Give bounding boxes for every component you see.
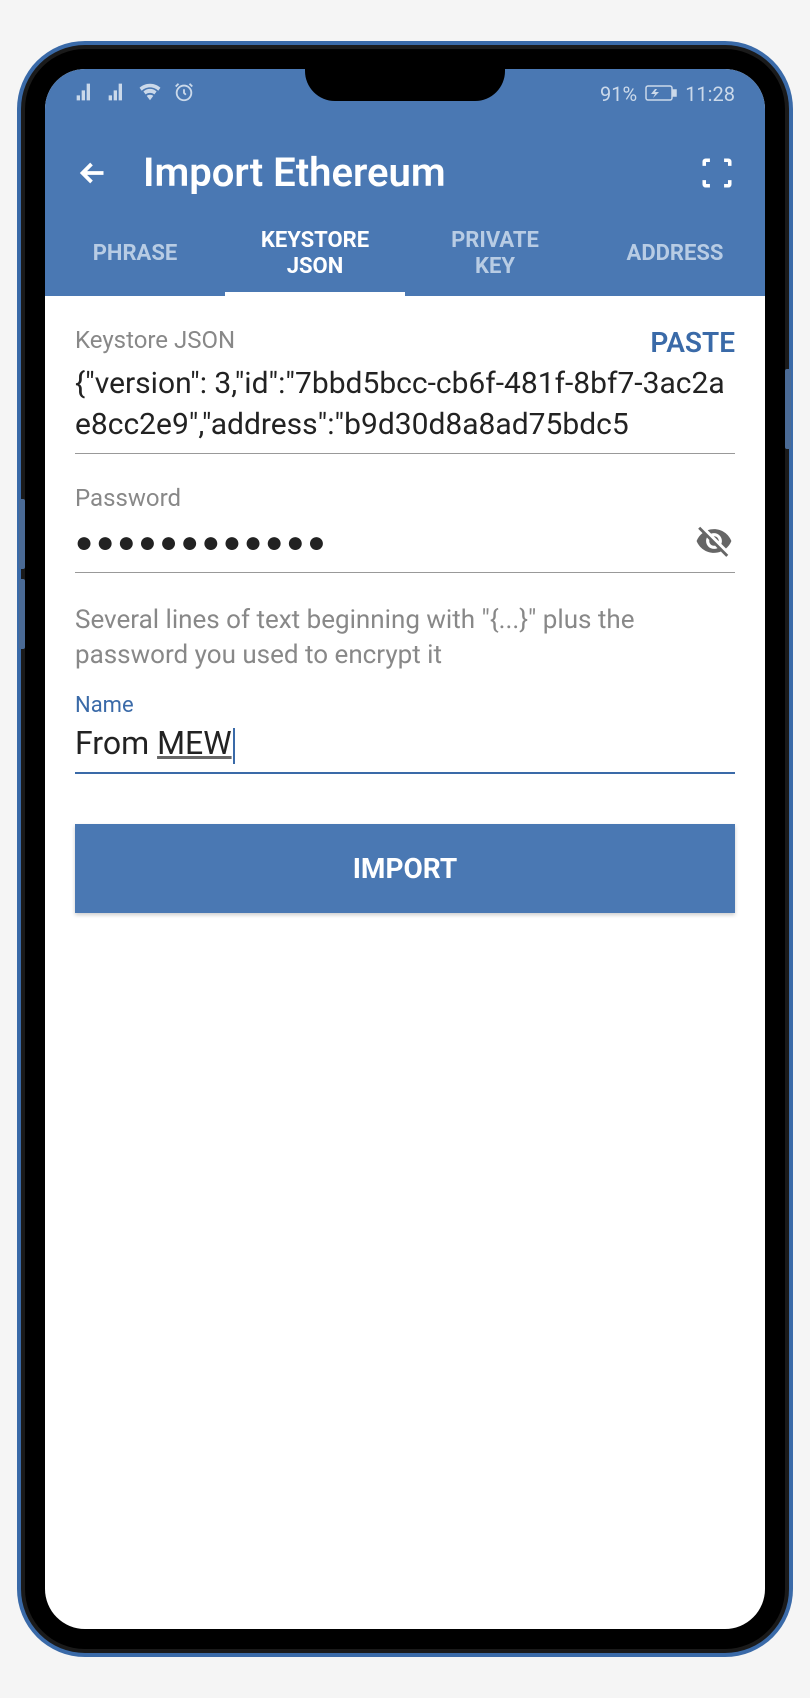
helper-text: Several lines of text beginning with "{.… — [75, 603, 735, 673]
keystore-label: Keystore JSON — [75, 326, 735, 354]
paste-button[interactable]: PASTE — [650, 326, 735, 359]
password-label: Password — [75, 484, 735, 512]
battery-icon — [645, 82, 677, 106]
back-button[interactable] — [73, 153, 113, 193]
import-button[interactable]: IMPORT — [75, 824, 735, 913]
status-time: 11:28 — [685, 82, 735, 106]
wifi-icon — [139, 81, 161, 108]
password-input[interactable]: ●●●●●●●●●●●● — [75, 525, 695, 560]
alarm-icon — [173, 81, 195, 108]
app-header: Import Ethereum — [45, 119, 765, 216]
scan-qr-button[interactable] — [697, 153, 737, 193]
signal-icon-1 — [75, 82, 95, 107]
tab-private-key[interactable]: PRIVATEKEY — [405, 216, 585, 296]
tab-address[interactable]: ADDRESS — [585, 216, 765, 296]
phone-notch — [305, 69, 505, 101]
page-title: Import Ethereum — [143, 149, 667, 196]
tab-keystore-json[interactable]: KEYSTOREJSON — [225, 216, 405, 296]
name-input[interactable]: From MEW — [75, 724, 735, 774]
keystore-input[interactable]: {"version": 3,"id":"7bbd5bcc-cb6f-481f-8… — [75, 364, 735, 454]
signal-icon-2 — [107, 82, 127, 107]
toggle-password-visibility-icon[interactable] — [695, 522, 735, 562]
tab-phrase[interactable]: PHRASE — [45, 216, 225, 296]
name-label: Name — [75, 693, 735, 718]
battery-percent: 91% — [600, 82, 637, 106]
import-tabs: PHRASE KEYSTOREJSON PRIVATEKEY ADDRESS — [45, 216, 765, 296]
